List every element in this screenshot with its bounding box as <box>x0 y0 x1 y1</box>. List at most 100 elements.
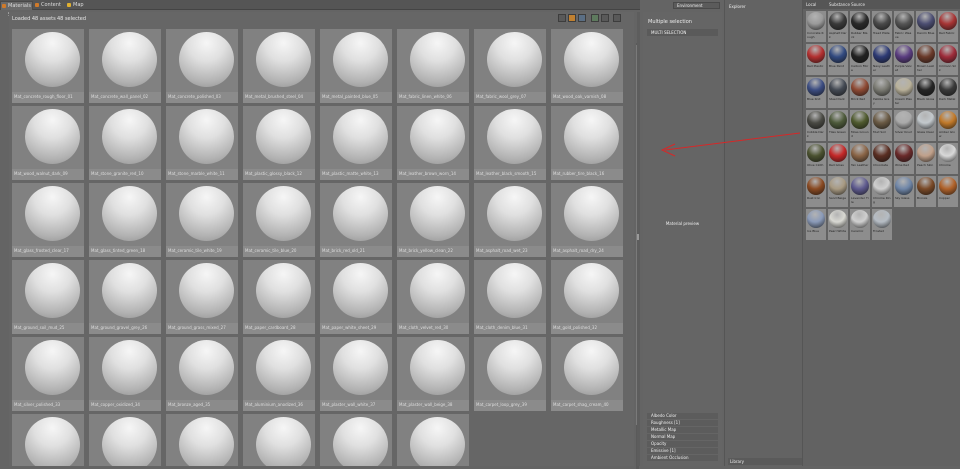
asset-tile[interactable]: Mat_brick_yellow_clean_22 <box>397 183 469 257</box>
asset-tile[interactable]: Mat_ceramic_tile_white_19 <box>166 183 238 257</box>
property-item[interactable]: Normal Map <box>647 434 718 440</box>
tab-materials-scene[interactable]: Materials Scene <box>0 1 33 18</box>
asset-tile[interactable]: Mat_wood_oak_varnish_08 <box>551 29 623 103</box>
asset-tile[interactable]: Mat_ground_soil_mud_25 <box>12 260 84 334</box>
tab-content[interactable]: Content <box>34 1 65 10</box>
library-tab-source[interactable]: Substance Source <box>829 2 865 7</box>
property-item[interactable]: Emissive [1] <box>647 448 718 454</box>
asset-tile[interactable]: Mat_plastic_matte_white_13 <box>320 106 392 180</box>
library-swatch[interactable]: Crimson Silk <box>938 44 958 75</box>
asset-tile[interactable]: Mat_concrete_rough_floor_01 <box>12 29 84 103</box>
library-swatch[interactable]: Navy Leather <box>872 44 892 75</box>
library-swatch[interactable]: Fabric Weave <box>894 11 914 42</box>
library-swatch[interactable]: Peach Skin <box>916 143 936 174</box>
asset-tile[interactable]: Mat_carpet_shag_cream_40 <box>551 337 623 411</box>
library-swatch[interactable]: Red Fabric <box>938 11 958 42</box>
property-item[interactable]: Opacity <box>647 441 718 447</box>
asset-tile[interactable]: Mat_cloth_denim_blue_31 <box>474 260 546 334</box>
sort-icon[interactable] <box>558 14 566 22</box>
settings-icon[interactable] <box>613 14 621 22</box>
tab-map[interactable]: Map <box>66 1 86 10</box>
library-swatch[interactable]: Amber Glow <box>938 110 958 141</box>
library-tab-local[interactable]: Local <box>806 2 816 7</box>
asset-tile[interactable]: Mat_wood_walnut_dark_09 <box>12 106 84 180</box>
library-swatch[interactable]: Cream Plaster <box>894 77 914 108</box>
asset-tile[interactable]: Mat_bronze_aged_35 <box>166 337 238 411</box>
asset-tile[interactable]: Mat_rubber_tire_black_16 <box>551 106 623 180</box>
asset-tile[interactable]: Mat_stone_marble_white_11 <box>166 106 238 180</box>
asset-tile[interactable]: Mat_plastic_glossy_black_12 <box>243 106 315 180</box>
library-swatch[interactable]: Pearl White <box>828 209 848 240</box>
panel-splitter[interactable] <box>637 12 640 466</box>
asset-tile[interactable]: Mat_metal_painted_blue_05 <box>320 29 392 103</box>
asset-tile[interactable]: Mat_leather_black_smooth_15 <box>474 106 546 180</box>
library-swatch[interactable]: Dark Metal <box>938 77 958 108</box>
asset-tile[interactable]: Mat_cork_natural_42 <box>89 414 161 466</box>
library-swatch[interactable]: Ice Blue <box>806 209 826 240</box>
property-item[interactable]: Roughness [1] <box>647 420 718 426</box>
asset-tile[interactable]: Mat_brick_red_old_21 <box>320 183 392 257</box>
library-swatch[interactable]: Tread Plate <box>872 11 892 42</box>
asset-tile[interactable]: Mat_slate_dark_tile_43 <box>166 414 238 466</box>
environment-dropdown[interactable]: Environment <box>673 2 720 9</box>
library-swatch[interactable]: Wine Red <box>894 143 914 174</box>
asset-tile[interactable]: Mat_concrete_wall_panel_02 <box>89 29 161 103</box>
library-swatch[interactable]: Red Gloss <box>828 143 848 174</box>
library-swatch[interactable]: Rust Iron <box>806 176 826 207</box>
asset-tile[interactable]: Mat_silver_polished_33 <box>12 337 84 411</box>
library-swatch[interactable]: Pebble Grey <box>872 77 892 108</box>
view-icon[interactable] <box>578 14 586 22</box>
library-swatch[interactable]: Chocolate <box>872 143 892 174</box>
asset-tile[interactable]: Mat_concrete_polished_03 <box>166 29 238 103</box>
library-swatch[interactable]: Moss Ground <box>850 110 870 141</box>
asset-tile[interactable]: Mat_asphalt_road_dry_24 <box>551 183 623 257</box>
library-swatch[interactable]: Silver Knurl <box>894 110 914 141</box>
library-swatch[interactable]: Tiles Green <box>828 110 848 141</box>
library-swatch[interactable]: Ceramic <box>850 209 870 240</box>
asset-tile[interactable]: Mat_cloth_velvet_red_30 <box>397 260 469 334</box>
asset-tile[interactable]: Mat_gold_polished_32 <box>551 260 623 334</box>
library-swatch[interactable]: Cobble Dark <box>806 110 826 141</box>
library-swatch[interactable]: Rubber Black <box>850 11 870 42</box>
asset-tile[interactable]: Mat_metal_brushed_steel_04 <box>243 29 315 103</box>
library-swatch[interactable]: Frosted <box>872 209 892 240</box>
asset-tile[interactable]: Mat_paper_cardboard_28 <box>243 260 315 334</box>
library-swatch[interactable]: Bronze <box>916 176 936 207</box>
asset-tile[interactable]: Mat_asphalt_road_wet_23 <box>474 183 546 257</box>
library-swatch[interactable]: Sky Glass <box>894 176 914 207</box>
splitter-grip[interactable] <box>637 234 639 240</box>
asset-tile[interactable]: Mat_copper_oxidized_34 <box>89 337 161 411</box>
library-swatch[interactable]: Glass Clear <box>916 110 936 141</box>
asset-tile[interactable]: Mat_aluminium_anodized_36 <box>243 337 315 411</box>
asset-tile[interactable]: Mat_ground_grass_mixed_27 <box>166 260 238 334</box>
property-item[interactable]: Ambient Occlusion <box>647 455 718 461</box>
library-swatch[interactable]: Mud Soil <box>872 110 892 141</box>
library-swatch[interactable]: Olive Cloth <box>806 143 826 174</box>
explorer-footer[interactable]: Library <box>728 458 802 465</box>
asset-tile[interactable]: Mat_plaster_wall_beige_38 <box>397 337 469 411</box>
library-swatch[interactable]: Black Gloss <box>916 77 936 108</box>
asset-tile[interactable]: Mat_ceramic_tile_blue_20 <box>243 183 315 257</box>
asset-tile[interactable]: Mat_sandstone_warm_44 <box>243 414 315 466</box>
asset-tile[interactable]: Mat_terrazzo_speckle_41 <box>12 414 84 466</box>
library-swatch[interactable]: Steel Dark <box>828 77 848 108</box>
library-swatch[interactable]: Brick Red <box>850 77 870 108</box>
asset-tile[interactable]: Mat_fabric_linen_white_06 <box>397 29 469 103</box>
list-icon[interactable] <box>601 14 609 22</box>
asset-tile[interactable]: Mat_limestone_pale_46 <box>397 414 469 466</box>
asset-tile[interactable]: Mat_paper_white_sheet_29 <box>320 260 392 334</box>
library-swatch[interactable]: Brown Leather <box>916 44 936 75</box>
property-item[interactable]: Metallic Map <box>647 427 718 433</box>
asset-tile[interactable]: Mat_leather_brown_worn_14 <box>397 106 469 180</box>
properties-header[interactable]: MULTI SELECTION <box>647 29 718 36</box>
library-swatch[interactable]: Chrome Ring <box>872 176 892 207</box>
library-swatch[interactable]: Blue Knit <box>806 77 826 108</box>
library-swatch[interactable]: Concrete Rough <box>806 11 826 42</box>
library-swatch[interactable]: Lavender Tile <box>850 176 870 207</box>
asset-tile[interactable]: Mat_ground_gravel_grey_26 <box>89 260 161 334</box>
asset-tile[interactable]: Mat_stone_granite_red_10 <box>89 106 161 180</box>
asset-tile[interactable]: Mat_glass_tinted_green_18 <box>89 183 161 257</box>
property-item[interactable]: Albedo Color <box>647 413 718 419</box>
library-swatch[interactable]: Red Plastic <box>806 44 826 75</box>
grid-icon[interactable] <box>591 14 599 22</box>
